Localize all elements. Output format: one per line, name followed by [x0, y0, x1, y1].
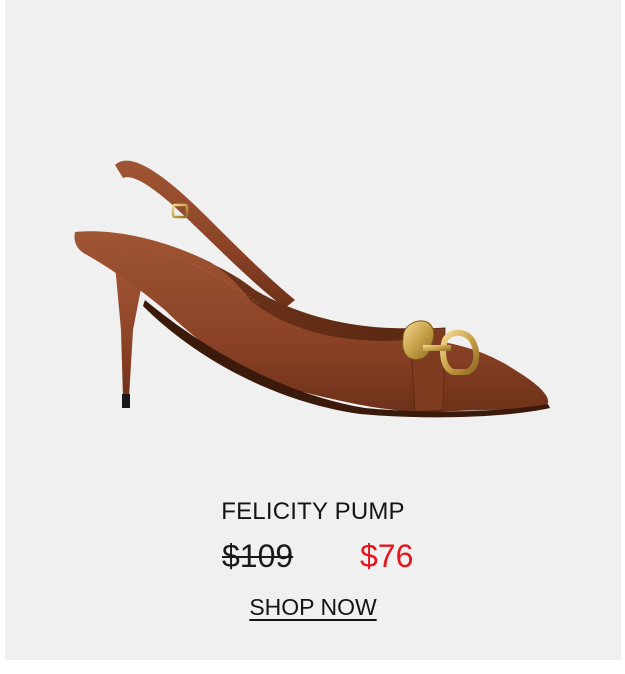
- product-image[interactable]: [5, 0, 621, 470]
- sale-price: $76: [360, 538, 414, 574]
- price-row: $109 $76: [5, 538, 621, 578]
- original-price: $109: [222, 538, 294, 574]
- product-title: FELICITY PUMP: [221, 498, 405, 525]
- heel-tip: [122, 394, 130, 408]
- product-card[interactable]: FELICITY PUMP $109 $76 SHOP NOW: [5, 0, 621, 660]
- shop-now-link[interactable]: SHOP NOW: [5, 594, 621, 621]
